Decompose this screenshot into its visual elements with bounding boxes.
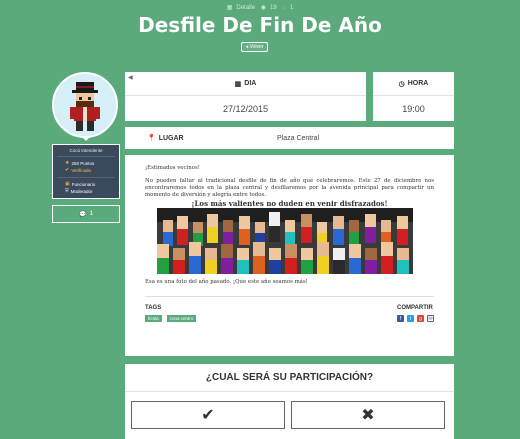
page-title: Desfile De Fin De Año [138, 13, 382, 37]
map-marker-icon: 📍 [147, 135, 156, 142]
greeting-text: ¡Estimados vecinos! [145, 165, 200, 171]
content-divider [145, 296, 434, 297]
verified-row: ✔ Verificado [65, 167, 115, 174]
tag-item[interactable]: fiesta [145, 315, 162, 322]
voxel-character-avatar [70, 82, 100, 131]
date-box: ◀ ▦ DIA 27/12/2015 [125, 72, 366, 121]
caret-left-icon: ◀ [128, 75, 133, 81]
avatar[interactable] [52, 72, 118, 138]
back-button[interactable]: ◂ Volver [241, 42, 268, 52]
user-role-2: Moderador [70, 189, 93, 194]
clock-icon: ◷ [398, 80, 405, 88]
date-header: ▦ DIA [125, 72, 366, 96]
attend-no-button[interactable]: ✖ [291, 401, 445, 429]
avatar-pointer [82, 137, 90, 141]
comment-icon: ◌ [282, 5, 286, 11]
body-text: No pueden faltar al tradicional desfile … [145, 178, 434, 198]
time-value: 19:00 [402, 103, 425, 114]
share-icons: f t g ✉ [397, 315, 434, 322]
time-box: ◷ HORA 19:00 [373, 72, 454, 121]
briefcase-icon: ▣ [65, 181, 70, 187]
email-icon[interactable]: ✉ [427, 315, 434, 322]
location-box: 📍 LUGAR Plaza Central [125, 127, 454, 149]
calendar-icon: ▦ [226, 5, 233, 11]
post-meta: ▦ Detalle ◉ 19 ◌ 1 [0, 4, 520, 11]
eye-icon: ◉ [260, 5, 266, 11]
user-points: 250 Puntos [71, 161, 95, 166]
tags-section: TAGS fiesta zona centro [145, 305, 197, 322]
date-label: DIA [244, 80, 257, 87]
twitter-icon[interactable]: t [407, 315, 414, 322]
user-name[interactable]: Cocú Intendente [57, 148, 115, 157]
parade-photo [157, 208, 413, 274]
location-header: 📍 LUGAR [147, 134, 277, 143]
user-verified: Verificado [71, 168, 91, 173]
comments-button[interactable]: 💬 1 [52, 205, 120, 223]
post-date: Detalle [236, 5, 256, 11]
check-icon: ✔ [65, 167, 70, 173]
date-value: 27/12/2015 [222, 103, 269, 114]
divider [57, 177, 115, 178]
role-row-1: ▣ Funcionario [65, 181, 115, 188]
comments-button-count: 1 [89, 211, 93, 217]
role-row-2: ⛨ Moderador [65, 188, 115, 195]
x-icon: ✖ [361, 407, 375, 424]
participation-question: ¿CUAL SERÁ SU PARTICIPACIÓN? [125, 364, 454, 392]
views-count: 19 [270, 5, 277, 11]
footer-text: Esa es una foto del año pasado. ¡Que est… [145, 279, 308, 285]
participation-box: ¿CUAL SERÁ SU PARTICIPACIÓN? ✔ ✖ [125, 364, 454, 439]
highlight-text: ¡Los más valientes no duden en venir dis… [191, 199, 388, 208]
location-label: LUGAR [158, 134, 184, 142]
comments-count: 1 [289, 5, 294, 11]
tag-item[interactable]: zona centro [166, 315, 197, 322]
tags-label: TAGS [145, 305, 162, 311]
calendar-icon: ▦ [234, 80, 242, 88]
user-role-1: Funcionario [71, 182, 96, 187]
facebook-icon[interactable]: f [397, 315, 404, 322]
time-header: ◷ HORA [373, 72, 454, 96]
google-plus-icon[interactable]: g [417, 315, 424, 322]
voxel-crowd-image [157, 208, 413, 274]
shield-icon: ⛨ [65, 188, 69, 194]
points-row: ★ 250 Puntos [65, 160, 115, 167]
star-icon: ★ [65, 160, 70, 166]
attend-yes-button[interactable]: ✔ [131, 401, 285, 429]
share-label: COMPARTIR [397, 305, 433, 311]
check-icon: ✔ [201, 407, 215, 424]
content-box: ¡Estimados vecinos! No pueden faltar al … [125, 155, 454, 356]
tags-list: fiesta zona centro [145, 315, 197, 322]
comments-icon: 💬 [79, 211, 87, 218]
location-value: Plaza Central [277, 134, 320, 142]
tags-share-row: TAGS fiesta zona centro COMPARTIR f t g … [145, 305, 434, 322]
time-label: HORA [407, 80, 429, 87]
share-section: COMPARTIR f t g ✉ [397, 305, 434, 322]
user-card: Cocú Intendente ★ 250 Puntos ✔ Verificado … [52, 144, 120, 199]
